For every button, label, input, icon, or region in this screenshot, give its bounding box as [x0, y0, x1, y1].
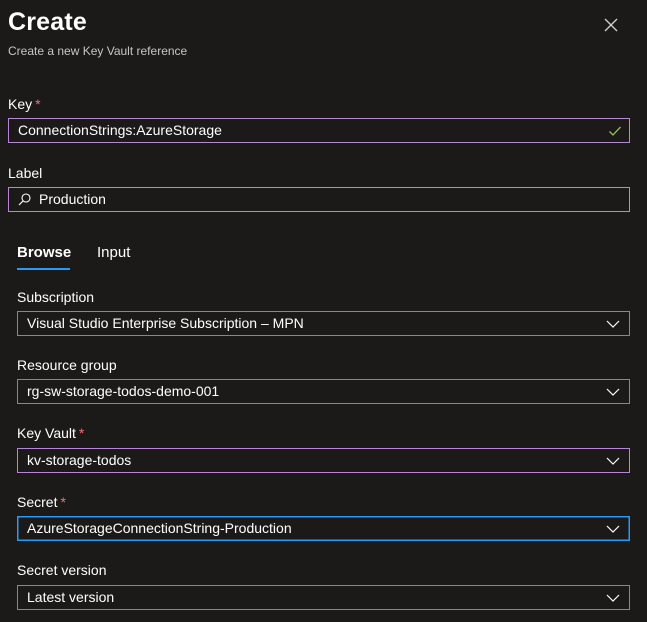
tab-browse[interactable]: Browse — [17, 244, 71, 261]
check-icon — [609, 126, 621, 136]
chevron-down-icon — [606, 320, 620, 328]
active-tab-indicator — [17, 268, 70, 270]
chevron-down-icon — [606, 525, 620, 533]
secret-dropdown[interactable]: AzureStorageConnectionString-Production — [17, 516, 630, 541]
close-icon — [604, 18, 618, 32]
label-input[interactable]: Production — [8, 187, 630, 212]
secret-version-label: Secret version — [17, 562, 107, 578]
subscription-dropdown[interactable]: Visual Studio Enterprise Subscription – … — [17, 311, 630, 336]
required-mark: * — [78, 425, 85, 441]
resource-group-value: rg-sw-storage-todos-demo-001 — [27, 383, 220, 399]
subscription-value: Visual Studio Enterprise Subscription – … — [27, 315, 304, 331]
resource-group-dropdown[interactable]: rg-sw-storage-todos-demo-001 — [17, 379, 630, 404]
label-field-label: Label — [8, 165, 43, 181]
key-label-text: Key — [8, 96, 33, 112]
chevron-down-icon — [606, 457, 620, 465]
required-mark: * — [35, 96, 41, 112]
key-vault-label-text: Key Vault — [17, 425, 76, 441]
chevron-down-icon — [606, 594, 620, 602]
key-input-value: ConnectionStrings:AzureStorage — [18, 122, 222, 138]
page-subtitle: Create a new Key Vault reference — [8, 44, 188, 58]
subscription-label: Subscription — [17, 289, 95, 305]
close-button[interactable] — [600, 14, 622, 36]
key-label: Key * — [8, 96, 41, 112]
resource-group-label: Resource group — [17, 357, 117, 373]
secret-label-text: Secret — [17, 494, 58, 510]
secret-version-dropdown[interactable]: Latest version — [17, 585, 630, 610]
tab-input[interactable]: Input — [97, 244, 130, 261]
secret-version-value: Latest version — [27, 589, 115, 605]
key-vault-value: kv-storage-todos — [27, 452, 132, 468]
key-input[interactable]: ConnectionStrings:AzureStorage — [8, 118, 630, 143]
chevron-down-icon — [606, 388, 620, 396]
create-panel: Create Create a new Key Vault reference … — [0, 0, 647, 622]
secret-label: Secret * — [17, 494, 66, 510]
key-vault-label: Key Vault * — [17, 425, 84, 441]
secret-value: AzureStorageConnectionString-Production — [27, 520, 292, 536]
search-icon — [18, 193, 31, 206]
label-input-value: Production — [39, 191, 106, 207]
key-vault-dropdown[interactable]: kv-storage-todos — [17, 448, 630, 473]
required-mark: * — [60, 494, 66, 510]
page-title: Create — [8, 8, 88, 36]
